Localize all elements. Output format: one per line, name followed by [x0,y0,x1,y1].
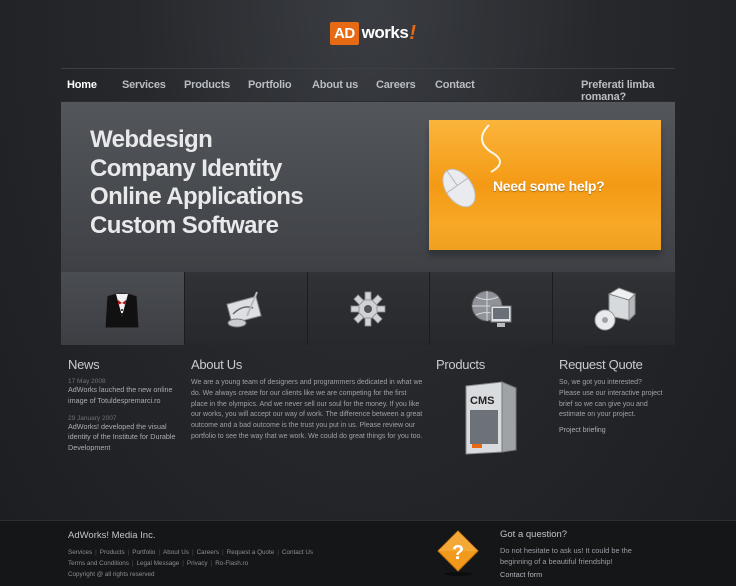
main-nav: Home Services Products Portfolio About u… [61,68,675,103]
footer-link-privacy[interactable]: Privacy [187,560,208,567]
question-title: Got a question? [500,529,568,540]
news-item-text[interactable]: AdWorks lauched the new online image of … [68,385,180,407]
footer-link-products[interactable]: Products [100,549,125,556]
hero-line-custom-software: Custom Software [90,211,279,239]
nav-careers[interactable]: Careers [376,79,416,91]
about-section: About Us We are a young team of designer… [191,357,423,443]
nav-portfolio[interactable]: Portfolio [248,79,292,91]
hero-banner: Webdesign Company Identity Online Applic… [61,102,675,272]
strip-item-web[interactable] [429,272,553,345]
quote-section: Request Quote So, we got you interested?… [559,357,664,437]
news-item-link[interactable]: AdWorks! developed the visual identity o… [68,422,175,453]
logo[interactable]: AD works ! [330,20,416,46]
strip-item-design[interactable] [183,272,307,345]
contact-form-link[interactable]: Contact form [500,570,542,579]
project-briefing-link[interactable]: Project briefing [559,427,606,434]
logo-ad: AD [330,21,359,45]
footer-link-terms[interactable]: Terms and Conditions [68,560,129,567]
footer-links-row2: Terms and Conditions | Legal Message | Priva… [68,560,249,567]
footer-link-roflash[interactable]: Ro-Flash.ro [215,560,248,567]
strip-item-software[interactable] [552,272,675,345]
footer-link-portfolio[interactable]: Portfolio [132,549,155,556]
cms-product-box[interactable]: CMS [462,380,520,458]
about-title: About Us [191,357,243,372]
nav-contact[interactable]: Contact [435,79,475,91]
strip-item-identity[interactable] [61,272,184,345]
news-item-text[interactable]: AdWorks! developed the visual identity o… [68,422,180,454]
computer-globe-icon [471,290,512,327]
tuxedo-icon [104,292,140,328]
cms-box-icon: CMS [465,381,517,455]
help-banner[interactable]: Need some help? [429,120,661,250]
question-mark-icon: ? [437,530,479,576]
footer-copyright: Copyright @ all rights reserved [68,571,155,578]
logo-works: works [361,23,409,42]
footer-link-services[interactable]: Services [68,549,92,556]
help-text: Need some help? [493,178,605,194]
footer-link-about[interactable]: About Us [163,549,189,556]
news-title: News [68,357,100,372]
footer-left: AdWorks! Media Inc. Services | Products | Po… [68,530,313,580]
logo-bang: ! [409,21,416,44]
quote-text: So, we got you interested? Please use ou… [559,379,663,419]
nav-products[interactable]: Products [184,79,230,91]
footer-link-quote[interactable]: Request a Quote [227,549,275,556]
footer-link-legal[interactable]: Legal Message [137,560,180,567]
hero-line-company-identity: Company Identity [90,154,282,182]
news-section: News 17 May 2008 AdWorks lauched the new… [68,357,180,454]
news-date: 17 May 2008 [68,378,106,385]
quote-title: Request Quote [559,357,643,372]
footer: AdWorks! Media Inc. Services | Products | Po… [0,520,736,586]
hero-line-online-applications: Online Applications [90,183,304,210]
nav-about-us[interactable]: About us [312,79,358,91]
hero-line-webdesign: Webdesign [90,126,213,153]
design-tools-icon [225,291,262,327]
gear-icon [351,291,386,326]
footer-links-row1: Services | Products | Portfolio | About Us | Car… [68,549,314,556]
language-switch[interactable]: Preferati limba romana? [581,79,675,103]
question-text: Do not hesitate to ask us! It could be t… [500,546,632,566]
strip-item-applications[interactable] [306,272,430,345]
footer-link-contact[interactable]: Contact Us [282,549,313,556]
software-box-icon [594,286,636,330]
footer-question: Got a question? Do not hesitate to ask u… [500,529,660,579]
news-item-link[interactable]: AdWorks lauched the new online image of … [68,385,173,405]
products-section: Products [436,357,536,378]
cms-box-label: CMS [470,395,494,407]
nav-services[interactable]: Services [122,79,166,91]
footer-link-careers[interactable]: Careers [197,549,219,556]
services-icon-strip [61,272,675,345]
footer-company: AdWorks! Media Inc. [68,530,156,541]
nav-home[interactable]: Home [67,79,97,91]
svg-text:?: ? [452,542,464,564]
products-title: Products [436,357,485,372]
hero-services-list: Webdesign Company Identity Online Applic… [90,126,304,240]
news-date: 29 January 2007 [68,414,117,422]
about-text: We are a young team of designers and pro… [191,379,423,440]
